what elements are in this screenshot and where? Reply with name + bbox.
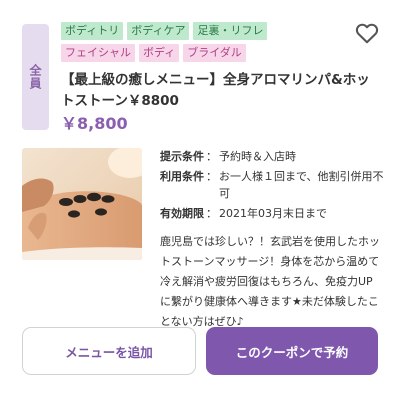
condition-separator: ：	[206, 207, 217, 220]
condition-presentation: 提示条件 ： 予約時＆入店時	[160, 148, 390, 165]
tag-body: ボディ	[139, 44, 180, 62]
coupon-conditions: 提示条件 ： 予約時＆入店時 利用条件 ： お一人様１回まで、他割引併用不可 有…	[160, 148, 390, 225]
heart-icon[interactable]	[354, 20, 380, 46]
add-menu-button[interactable]: メニューを追加	[22, 327, 196, 375]
coupon-description: 鹿児島では珍しい？！玄武岩を使用したホットストーンマッサージ！身体を芯から温めて…	[160, 235, 380, 328]
target-badge-label: 全員	[28, 64, 42, 90]
coupon-price: ￥8,800	[61, 114, 128, 133]
condition-value: 予約時＆入店時	[219, 150, 296, 163]
condition-value: お一人様１回まで、他割引併用不可	[219, 170, 384, 200]
condition-label: 利用条件	[160, 170, 204, 183]
tag-row-2: フェイシャル ボディ ブライダル	[61, 44, 351, 62]
condition-label: 提示条件	[160, 150, 204, 163]
tag-foot-reflex: 足裏・リフレ	[193, 22, 268, 40]
tag-body-care: ボディケア	[127, 22, 190, 40]
condition-value: 2021年03月末日まで	[219, 207, 327, 220]
condition-expiry: 有効期限 ： 2021年03月末日まで	[160, 205, 390, 222]
target-badge: 全員	[22, 24, 49, 130]
condition-separator: ：	[206, 170, 217, 183]
condition-usage: 利用条件 ： お一人様１回まで、他割引併用不可	[160, 168, 390, 202]
coupon-card: 全員 ボディトリ ボディケア 足裏・リフレ フェイシャル ボディ ブライダル 【…	[0, 0, 400, 400]
reserve-with-coupon-button[interactable]: このクーポンで予約	[206, 327, 378, 375]
coupon-title: 【最上級の癒しメニュー】全身アロマリンパ&ホットストーン￥8800	[61, 72, 370, 109]
tag-body-tori: ボディトリ	[61, 22, 124, 40]
tag-bridal: ブライダル	[183, 44, 246, 62]
category-tags: ボディトリ ボディケア 足裏・リフレ フェイシャル ボディ ブライダル	[61, 22, 351, 66]
condition-separator: ：	[206, 150, 217, 163]
tag-facial: フェイシャル	[61, 44, 135, 62]
hot-stone-massage-photo	[22, 148, 142, 260]
tag-row-1: ボディトリ ボディケア 足裏・リフレ	[61, 22, 351, 40]
condition-label: 有効期限	[160, 207, 204, 220]
